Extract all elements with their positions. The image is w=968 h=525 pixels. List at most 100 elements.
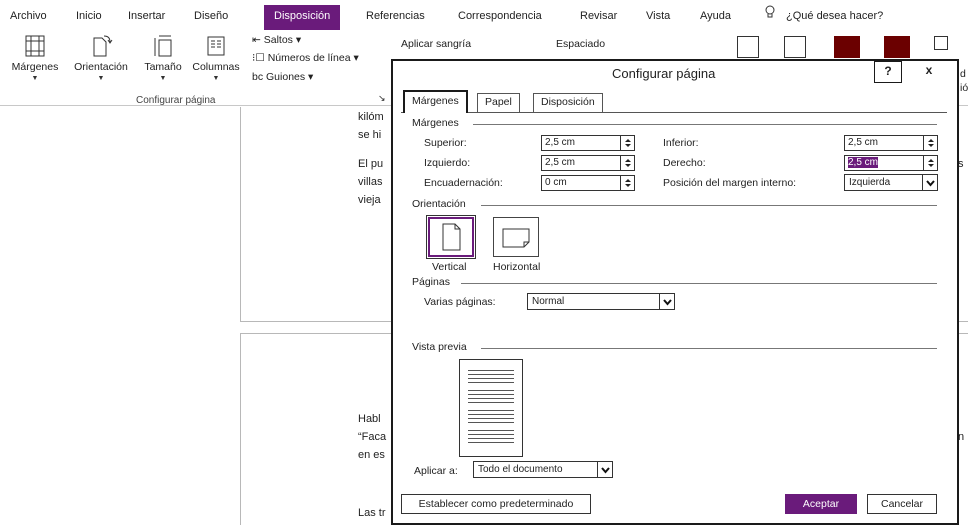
orientation-icon <box>93 35 113 57</box>
hyphenation-label: Guiones <box>266 71 306 83</box>
page-setup-dialog: Configurar página ? x Márgenes Papel Dis… <box>391 59 959 525</box>
tab-diseno[interactable]: Diseño <box>190 5 232 29</box>
section-rule <box>481 205 937 206</box>
ribbon-partial-text-1: d <box>960 68 966 80</box>
apply-to-value: Todo el documento <box>478 464 563 475</box>
gutter-position-select[interactable]: Izquierda <box>844 174 938 191</box>
size-button[interactable]: Tamaño ▼ <box>138 34 188 83</box>
spacing-label: Espaciado <box>556 38 606 50</box>
tab-vista[interactable]: Vista <box>642 5 674 29</box>
right-margin-spinner[interactable]: 2,5 cm <box>844 155 938 171</box>
cancel-button[interactable]: Cancelar <box>867 494 937 514</box>
orientation-vertical-option[interactable] <box>426 215 476 259</box>
tab-disposicion-dialog[interactable]: Disposición <box>533 93 603 112</box>
section-margins: Márgenes <box>412 117 459 129</box>
tab-referencias[interactable]: Referencias <box>362 5 429 29</box>
tab-underline <box>401 112 947 113</box>
columns-button[interactable]: Columnas ▼ <box>188 34 244 83</box>
tab-inicio[interactable]: Inicio <box>72 5 106 29</box>
set-default-button[interactable]: Establecer como predeterminado <box>401 494 591 514</box>
spinner-arrows-icon[interactable] <box>620 136 634 150</box>
size-caret-icon: ▼ <box>159 75 167 82</box>
right-margin-label: Derecho: <box>663 157 706 169</box>
orientation-vertical-label[interactable]: Vertical <box>432 261 466 273</box>
chevron-down-icon[interactable] <box>659 294 674 309</box>
doc-line: vieja <box>358 194 381 206</box>
line-numbers-icon: ⁝☐ <box>252 52 265 64</box>
gutter-spinner[interactable]: 0 cm <box>541 175 635 191</box>
tab-archivo[interactable]: Archivo <box>6 5 51 29</box>
right-margin-value: 2,5 cm <box>848 157 879 168</box>
multiple-pages-label: Varias páginas: <box>424 296 496 308</box>
margins-caret-icon: ▼ <box>31 75 39 82</box>
breaks-button[interactable]: ⇤ Saltos ▾ <box>252 34 301 46</box>
doc-line: villas <box>358 176 383 188</box>
spinner-arrows-icon[interactable] <box>923 136 937 150</box>
dialog-launcher-icon[interactable]: ↘ <box>378 93 386 104</box>
bottom-margin-label: Inferior: <box>663 137 699 149</box>
tab-papel[interactable]: Papel <box>477 93 520 112</box>
dialog-title: Configurar página <box>612 66 716 81</box>
bring-forward-icon[interactable] <box>834 36 860 58</box>
gutter-value: 0 cm <box>545 177 567 188</box>
doc-line: kilóm <box>358 111 384 123</box>
bottom-margin-spinner[interactable]: 2,5 cm <box>844 135 938 151</box>
orientation-button[interactable]: Orientación ▼ <box>68 34 134 83</box>
picture-position-icon[interactable] <box>737 36 759 58</box>
tab-revisar[interactable]: Revisar <box>576 5 621 29</box>
bottom-margin-value: 2,5 cm <box>848 137 879 148</box>
chevron-down-icon[interactable] <box>922 175 937 190</box>
section-rule <box>481 348 937 349</box>
doc-line: Las tr <box>358 507 386 519</box>
margins-label: Márgenes <box>11 61 59 73</box>
send-backward-icon[interactable] <box>884 36 910 58</box>
page-1-left-edge <box>240 107 241 321</box>
tab-margenes[interactable]: Márgenes <box>403 90 468 113</box>
tab-disposicion[interactable]: Disposición <box>264 5 341 31</box>
tab-insertar[interactable]: Insertar <box>124 5 169 29</box>
top-margin-spinner[interactable]: 2,5 cm <box>541 135 635 151</box>
section-rule <box>473 124 937 125</box>
size-label: Tamaño <box>144 61 182 73</box>
gutter-position-label: Posición del margen interno: <box>663 177 797 189</box>
top-margin-label: Superior: <box>424 137 467 149</box>
doc-line: El pu <box>358 158 384 170</box>
multiple-pages-select[interactable]: Normal <box>527 293 675 310</box>
spinner-arrows-icon[interactable] <box>620 176 634 190</box>
doc-line: en es <box>358 449 385 461</box>
breaks-label: Saltos <box>263 34 293 46</box>
columns-label: Columnas <box>192 61 240 73</box>
left-margin-label: Izquierdo: <box>424 157 471 169</box>
columns-icon <box>207 36 225 56</box>
orientation-caret-icon: ▼ <box>97 75 105 82</box>
orientation-horizontal-option[interactable] <box>493 217 539 257</box>
tell-me-search[interactable]: ¿Qué desea hacer? <box>782 5 887 29</box>
selection-pane-icon[interactable] <box>934 36 948 50</box>
size-icon <box>154 35 172 57</box>
ribbon-partial-text-2: ió <box>960 82 968 94</box>
spinner-arrows-icon[interactable] <box>620 156 634 170</box>
margins-button[interactable]: Márgenes ▼ <box>4 34 66 83</box>
close-button[interactable]: x <box>909 61 949 83</box>
orientation-horizontal-label[interactable]: Horizontal <box>493 261 540 273</box>
ok-button[interactable]: Aceptar <box>785 494 857 514</box>
help-button[interactable]: ? <box>874 61 902 83</box>
margins-icon <box>25 35 45 57</box>
gutter-position-value: Izquierda <box>849 177 891 188</box>
dialog-title-bar[interactable]: Configurar página ? x <box>393 61 957 87</box>
page-2-left-edge <box>240 333 241 525</box>
doc-line: “Faca <box>358 431 387 443</box>
tab-ayuda[interactable]: Ayuda <box>696 5 735 29</box>
chevron-down-icon[interactable] <box>597 462 612 477</box>
left-margin-value: 2,5 cm <box>545 157 576 168</box>
line-numbers-button[interactable]: ⁝☐ Números de línea ▾ <box>252 52 359 64</box>
word-window: Archivo Inicio Insertar Diseño Disposici… <box>0 0 968 525</box>
tab-correspondencia[interactable]: Correspondencia <box>454 5 546 29</box>
hyphenation-button[interactable]: bc Guiones ▾ <box>252 71 313 83</box>
apply-to-label: Aplicar a: <box>414 465 458 477</box>
breaks-icon: ⇤ <box>252 34 261 46</box>
wrap-text-icon[interactable] <box>784 36 806 58</box>
left-margin-spinner[interactable]: 2,5 cm <box>541 155 635 171</box>
spinner-arrows-icon[interactable] <box>923 156 937 170</box>
apply-to-select[interactable]: Todo el documento <box>473 461 613 478</box>
